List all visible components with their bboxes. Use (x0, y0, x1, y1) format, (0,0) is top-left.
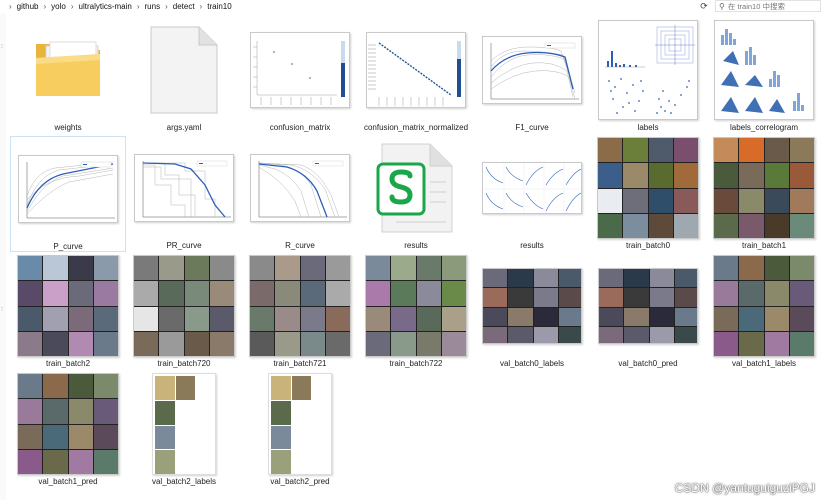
file-name: val_batch0_labels (499, 359, 565, 368)
file-name: confusion_matrix (269, 123, 331, 132)
file-item-labels-correlogram[interactable]: labels_correlogram (706, 18, 821, 134)
file-item-val-batch0-labels[interactable]: val_batch0_labels (474, 254, 590, 370)
file-name: labels_correlogram (729, 123, 799, 132)
val-batch1-pred-thumbnail (17, 373, 119, 475)
file-item-train-batch721[interactable]: train_batch721 (242, 254, 358, 370)
file-name: results (520, 241, 544, 250)
file-name: val_batch0_pred (618, 359, 678, 368)
file-item-results-png[interactable]: results (474, 136, 590, 252)
val-batch0-labels-thumbnail (482, 268, 582, 344)
file-item-pr-curve[interactable]: PR_curve (126, 136, 242, 252)
p-curve-thumbnail (18, 155, 118, 223)
chevron-right-icon: › (9, 2, 12, 11)
val-batch2-labels-thumbnail (152, 373, 216, 475)
train-batch2-thumbnail (17, 255, 119, 357)
file-item-confusion-matrix[interactable]: confusion_matrix (242, 18, 358, 134)
file-name: val_batch1_pred (38, 477, 98, 486)
val-batch1-labels-thumbnail (713, 255, 815, 357)
file-name: confusion_matrix_normalized (363, 123, 469, 132)
f1-curve-thumbnail (482, 36, 582, 104)
file-name: weights (54, 123, 82, 132)
search-input[interactable] (727, 1, 818, 11)
file-name: results (404, 241, 428, 250)
breadcrumb-item-detect[interactable]: detect (173, 2, 195, 11)
confusion-matrix-thumbnail (250, 32, 350, 108)
breadcrumb-item-github[interactable]: github (17, 2, 39, 11)
breadcrumb-item-train10[interactable]: train10 (207, 2, 231, 11)
file-name: train_batch2 (45, 359, 91, 368)
chevron-right-icon: › (136, 2, 140, 11)
file-item-p-curve[interactable]: P_curve (10, 136, 126, 252)
labels-correlogram-thumbnail (714, 20, 814, 120)
search-box[interactable]: ⚲ (715, 0, 821, 12)
file-item-val-batch2-pred[interactable]: val_batch2_pred (242, 372, 358, 488)
refresh-icon[interactable]: ⟳ (697, 0, 711, 13)
train-batch0-thumbnail (597, 137, 699, 239)
file-item-f1-curve[interactable]: F1_curve (474, 18, 590, 134)
file-item-val-batch0-pred[interactable]: val_batch0_pred (590, 254, 706, 370)
val-batch2-pred-thumbnail (268, 373, 332, 475)
file-item-train-batch1[interactable]: train_batch1 (706, 136, 821, 252)
train-batch1-thumbnail (713, 137, 815, 239)
file-name: P_curve (53, 242, 83, 251)
results-thumbnail (482, 162, 582, 214)
navigation-pane-edge: ⁝ ⁝ (0, 13, 6, 500)
file-name: args.yaml (166, 123, 202, 132)
file-item-args-yaml[interactable]: args.yaml (126, 18, 242, 134)
file-name: train_batch720 (157, 359, 211, 368)
file-item-confusion-matrix-normalized[interactable]: confusion_matrix_normalized (358, 18, 474, 134)
breadcrumb-item-ultralytics-main[interactable]: ultralytics-main (79, 2, 132, 11)
file-item-results-csv[interactable]: results (358, 136, 474, 252)
file-name: val_batch2_labels (151, 477, 217, 486)
labels-thumbnail (598, 20, 698, 120)
chevron-right-icon: › (199, 2, 203, 11)
val-batch0-pred-thumbnail (598, 268, 698, 344)
address-bar[interactable]: › github › yolo › ultralytics-main › run… (0, 0, 821, 13)
watermark: CSDN @yantuguiguziPGJ (674, 481, 815, 495)
file-name: train_batch1 (741, 241, 787, 250)
file-item-val-batch2-labels[interactable]: val_batch2_labels (126, 372, 242, 488)
spreadsheet-icon (376, 143, 453, 233)
chevron-right-icon: › (70, 2, 74, 11)
file-item-labels[interactable]: labels (590, 18, 706, 134)
file-item-weights[interactable]: weights (10, 18, 126, 134)
search-icon: ⚲ (719, 1, 725, 11)
file-name: train_batch722 (389, 359, 443, 368)
pin-icon: ⁝ (1, 44, 3, 50)
file-item-train-batch0[interactable]: train_batch0 (590, 136, 706, 252)
file-item-train-batch2[interactable]: train_batch2 (10, 254, 126, 370)
train-batch722-thumbnail (365, 255, 467, 357)
train-batch720-thumbnail (133, 255, 235, 357)
pin-icon: ⁝ (1, 307, 3, 313)
file-name: F1_curve (515, 123, 549, 132)
chevron-right-icon: › (165, 2, 168, 11)
train-batch721-thumbnail (249, 255, 351, 357)
breadcrumb-item-yolo[interactable]: yolo (51, 2, 66, 11)
file-name: val_batch2_pred (270, 477, 330, 486)
file-item-train-batch722[interactable]: train_batch722 (358, 254, 474, 370)
folder-icon (36, 41, 100, 96)
file-item-r-curve[interactable]: R_curve (242, 136, 358, 252)
file-name: train_batch721 (273, 359, 327, 368)
file-name: val_batch1_labels (731, 359, 797, 368)
chevron-right-icon: › (43, 2, 47, 11)
pr-curve-thumbnail (134, 154, 234, 222)
document-icon (150, 26, 218, 114)
file-item-train-batch720[interactable]: train_batch720 (126, 254, 242, 370)
file-item-val-batch1-labels[interactable]: val_batch1_labels (706, 254, 821, 370)
file-name: R_curve (285, 241, 315, 250)
file-item-val-batch1-pred[interactable]: val_batch1_pred (10, 372, 126, 488)
r-curve-thumbnail (250, 154, 350, 222)
file-name: train_batch0 (625, 241, 671, 250)
file-name: labels (637, 123, 659, 132)
file-name: PR_curve (166, 241, 202, 250)
confusion-matrix-normalized-thumbnail (366, 32, 466, 108)
breadcrumb-item-runs[interactable]: runs (145, 2, 161, 11)
